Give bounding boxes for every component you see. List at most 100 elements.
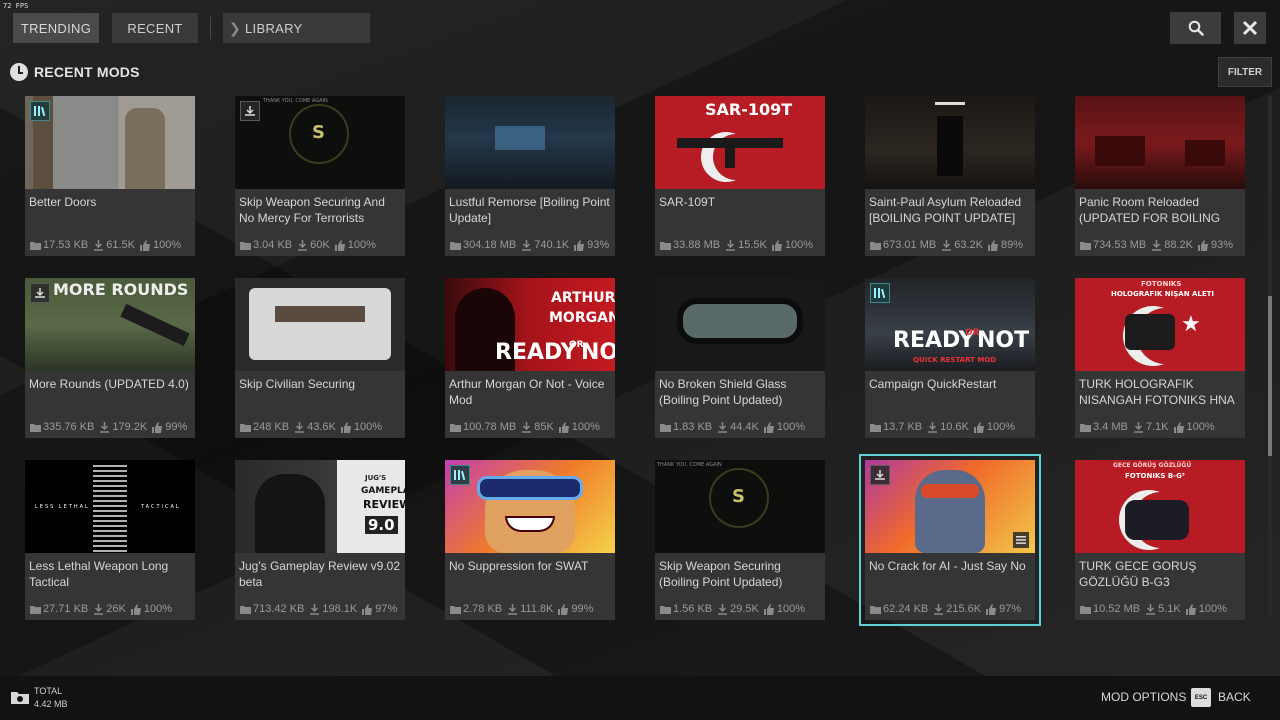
mod-options-button[interactable]: MOD OPTIONS — [1101, 690, 1186, 704]
mod-title: More Rounds (UPDATED 4.0) — [29, 377, 189, 391]
download-icon — [718, 603, 728, 615]
mod-card[interactable]: GECE GÖRÜŞ GÖZLÜĞÜ FOTONIKS B-G³ TURK GE… — [1075, 460, 1245, 620]
size-stat: 2.78 KB — [450, 603, 502, 615]
rating-stat: 100% — [1173, 421, 1215, 433]
rating-stat: 100% — [763, 603, 805, 615]
mod-stats: 713.42 KB 198.1K 97% — [240, 602, 405, 616]
folder-icon — [450, 423, 461, 432]
mod-stats: 673.01 MB 63.2K 89% — [870, 238, 1035, 252]
mod-card[interactable]: Saint-Paul Asylum Reloaded [BOILING POIN… — [865, 96, 1035, 256]
mod-card[interactable]: Better Doors 17.53 KB 61.5K 100% — [25, 96, 195, 256]
folder-icon — [240, 423, 251, 432]
mod-thumbnail: MORE ROUNDS — [25, 278, 195, 371]
mod-title: Better Doors — [29, 195, 97, 209]
mod-downloads: 85K — [534, 421, 554, 433]
mod-card[interactable]: MORE ROUNDS More Rounds (UPDATED 4.0) 33… — [25, 278, 195, 438]
thumb-more-rounds: MORE ROUNDS — [53, 280, 189, 299]
scrollbar-thumb[interactable] — [1268, 296, 1272, 456]
total-value: 4.42 MB — [34, 699, 68, 709]
close-button[interactable] — [1234, 12, 1266, 44]
mod-card[interactable]: S THANK YOU, COME AGAIN Skip Weapon Secu… — [235, 96, 405, 256]
tab-library[interactable]: ❯ LIBRARY — [223, 13, 370, 43]
thumbs-up-icon — [987, 239, 998, 251]
mod-thumbnail: READY OR NOT QUICK RESTART MOD — [865, 278, 1035, 371]
mod-card[interactable]: SAR-109T SAR-109T 33.88 MB 15.5K 100% — [655, 96, 825, 256]
tab-trending[interactable]: TRENDING — [13, 13, 99, 43]
mod-size: 713.42 KB — [253, 603, 305, 615]
mod-title: Lustful Remorse [Boiling Point Update] — [449, 195, 610, 225]
mod-rating: 99% — [165, 421, 188, 433]
size-stat: 13.7 KB — [870, 421, 922, 433]
downloads-stat: 60K — [297, 239, 330, 251]
thumbs-up-icon — [558, 603, 569, 615]
mod-card-selected[interactable]: No Crack for AI - Just Say No 62.24 KB 2… — [859, 454, 1041, 626]
mod-card[interactable]: Panic Room Reloaded (UPDATED FOR BOILING… — [1075, 96, 1245, 256]
size-stat: 3.4 MB — [1080, 421, 1128, 433]
thumbs-up-icon — [130, 603, 141, 615]
thumbs-up-icon — [362, 603, 373, 615]
folder-icon — [30, 605, 41, 614]
mod-title: Campaign QuickRestart — [869, 377, 997, 391]
folder-icon — [1080, 241, 1091, 250]
back-button[interactable]: BACK — [1218, 690, 1251, 704]
mod-thumbnail: SAR-109T — [655, 96, 825, 189]
menu-icon[interactable] — [1013, 532, 1029, 548]
mod-title: TURK HOLOGRAFIK NISANGAH FOTONIKS HNA — [1079, 377, 1235, 407]
mod-size: 734.53 MB — [1093, 239, 1147, 251]
size-stat: 1.83 KB — [660, 421, 712, 433]
mod-rating: 100% — [347, 239, 376, 251]
close-icon — [1242, 20, 1258, 36]
mod-card[interactable]: Lustful Remorse [Boiling Point Update] 3… — [445, 96, 615, 256]
download-badge-icon — [30, 283, 50, 303]
mod-card[interactable]: ARTHUR MORGAN READY OR NOT Arthur Morgan… — [445, 278, 615, 438]
mod-card[interactable]: No Broken Shield Glass (Boiling Point Up… — [655, 278, 825, 438]
mod-card[interactable]: S THANK YOU, COME AGAIN Skip Weapon Secu… — [655, 460, 825, 620]
mod-size: 27.71 KB — [43, 603, 89, 615]
mod-title: Skip Weapon Securing (Boiling Point Upda… — [659, 559, 783, 589]
rating-stat: 100% — [973, 421, 1015, 433]
thumbs-up-icon — [334, 239, 345, 251]
downloads-stat: 740.1K — [521, 239, 569, 251]
mod-card[interactable]: No Suppression for SWAT 2.78 KB 111.8K 9… — [445, 460, 615, 620]
thumb-gameplay: GAMEPLAY — [361, 486, 405, 496]
mod-downloads: 29.5K — [730, 603, 759, 615]
download-icon — [310, 603, 320, 615]
downloads-stat: 44.4K — [717, 421, 759, 433]
download-icon — [1146, 603, 1156, 615]
star-icon: ★ — [1181, 312, 1201, 337]
size-stat: 100.78 MB — [450, 421, 516, 433]
search-button[interactable] — [1170, 12, 1221, 44]
mod-card[interactable]: LESS LETHAL TACTICAL Less Lethal Weapon … — [25, 460, 195, 620]
size-stat: 10.52 MB — [1080, 603, 1140, 615]
mod-card[interactable]: READY OR NOT QUICK RESTART MOD Campaign … — [865, 278, 1035, 438]
scrollbar[interactable] — [1268, 96, 1272, 616]
mod-title: No Crack for AI - Just Say No — [869, 559, 1026, 573]
thumb-jugs: JUG'S — [365, 474, 387, 482]
size-stat: 248 KB — [240, 421, 289, 433]
mod-size: 304.18 MB — [463, 239, 517, 251]
download-badge-icon — [870, 465, 890, 485]
thumb-s-letter: S — [312, 122, 325, 143]
thumbs-up-icon — [763, 421, 774, 433]
mod-downloads: 7.1K — [1145, 421, 1169, 433]
download-icon — [934, 603, 944, 615]
thumbs-up-icon — [763, 603, 774, 615]
mod-stats: 3.04 KB 60K 100% — [240, 238, 405, 252]
mod-stats: 27.71 KB 26K 100% — [30, 602, 195, 616]
mod-card[interactable]: JUG'S GAMEPLAY REVIEW 9.0 Jug's Gameplay… — [235, 460, 405, 620]
mod-title: Skip Civilian Securing — [239, 377, 356, 391]
tab-recent[interactable]: RECENT — [112, 13, 198, 43]
filter-button[interactable]: FILTER — [1218, 57, 1272, 87]
mod-card[interactable]: Skip Civilian Securing 248 KB 43.6K 100% — [235, 278, 405, 438]
size-stat: 3.04 KB — [240, 239, 292, 251]
mod-rating: 100% — [1198, 603, 1227, 615]
mod-card[interactable]: FOTONIKS HOLOGRAFIK NIŞAN ALETI ★ TURK H… — [1075, 278, 1245, 438]
mod-downloads: 740.1K — [534, 239, 570, 251]
mod-size: 3.4 MB — [1093, 421, 1128, 433]
downloads-stat: 63.2K — [941, 239, 983, 251]
top-bar: TRENDING RECENT ❯ LIBRARY — [0, 0, 1280, 56]
folder-icon — [660, 423, 671, 432]
rating-stat: 100% — [340, 421, 382, 433]
thumb-less-lethal: LESS LETHAL — [35, 504, 90, 510]
download-icon — [94, 239, 104, 251]
